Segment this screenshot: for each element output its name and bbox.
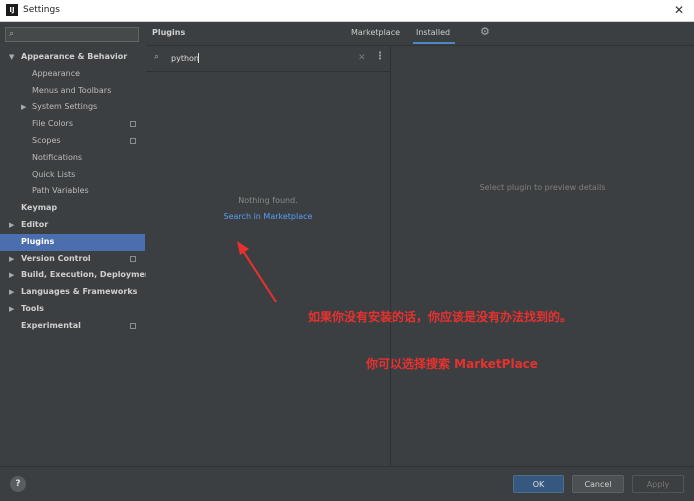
sidebar-item-label: Tools — [21, 303, 44, 313]
sidebar-item-label: Appearance — [32, 68, 81, 78]
sidebar-item-keymap[interactable]: Keymap — [0, 200, 145, 217]
sidebar-item-label: Scopes — [32, 135, 61, 145]
sidebar-item-experimental[interactable]: Experimental — [0, 318, 145, 335]
chevron-down-icon[interactable]: ▼ — [9, 49, 14, 66]
chevron-right-icon[interactable]: ▶ — [9, 267, 14, 284]
sidebar-item-label: Build, Execution, Deployment — [21, 270, 155, 280]
chevron-right-icon[interactable]: ▶ — [9, 217, 14, 234]
tab-installed[interactable]: Installed — [416, 28, 450, 37]
sidebar-item-appearance-behavior[interactable]: ▼ Appearance & Behavior — [0, 49, 145, 66]
sidebar-item-label: Menus and Toolbars — [32, 85, 112, 95]
sidebar-item-appearance[interactable]: Appearance — [0, 66, 145, 83]
sidebar-item-plugins[interactable]: Plugins — [0, 233, 145, 251]
sidebar-item-scopes[interactable]: Scopes — [0, 133, 145, 150]
sidebar-item-label: Experimental — [21, 320, 81, 330]
sidebar-item-languages-frameworks[interactable]: ▶ Languages & Frameworks — [0, 284, 145, 301]
settings-sidebar: ⌕ ▼ Appearance & Behavior Appearance Menus … — [0, 22, 154, 466]
window-title: Settings — [23, 5, 60, 15]
chevron-right-icon[interactable]: ▶ — [9, 251, 14, 268]
gear-icon[interactable]: ⚙ — [480, 25, 490, 38]
chevron-right-icon[interactable]: ▶ — [9, 284, 14, 301]
plugin-search-bar[interactable]: ⌕ python ✕ ⋮ — [146, 46, 390, 72]
sidebar-item-path-variables[interactable]: Path Variables — [0, 183, 145, 200]
sidebar-item-label: Notifications — [32, 152, 83, 162]
sidebar-item-version-control[interactable]: ▶ Version Control — [0, 251, 145, 268]
copy-icon — [130, 255, 136, 262]
sidebar-item-quick-lists[interactable]: Quick Lists — [0, 167, 145, 184]
annotation-text-2: 你可以选择搜索 MarketPlace — [366, 357, 538, 371]
copy-icon — [130, 137, 136, 144]
title-bar: IJ Settings ✕ — [0, 0, 694, 22]
sidebar-item-label: Plugins — [21, 236, 55, 246]
annotation-text-1: 如果你没有安装的话，你应该是没有办法找到的。 — [308, 310, 573, 324]
plugin-preview-panel: Select plugin to preview details — [391, 46, 694, 466]
sidebar-item-menus-and-toolbars[interactable]: Menus and Toolbars — [0, 83, 145, 100]
sidebar-item-label: Keymap — [21, 203, 58, 213]
tab-marketplace[interactable]: Marketplace — [351, 28, 400, 37]
search-marketplace-link[interactable]: Search in Marketplace — [146, 212, 390, 221]
more-vert-icon[interactable]: ⋮ — [375, 51, 385, 62]
plugins-header: Plugins Marketplace Installed ⚙ — [146, 22, 694, 46]
chevron-right-icon[interactable]: ▶ — [21, 99, 26, 116]
sidebar-item-file-colors[interactable]: File Colors — [0, 116, 145, 133]
sidebar-item-tools[interactable]: ▶ Tools — [0, 301, 145, 318]
close-icon[interactable]: ✕ — [674, 3, 684, 17]
sidebar-item-label: System Settings — [32, 102, 98, 112]
sidebar-item-label: Appearance & Behavior — [21, 52, 128, 61]
active-tab-indicator — [413, 42, 455, 44]
text-caret — [198, 53, 199, 63]
sidebar-item-label: Editor — [21, 219, 49, 229]
chevron-right-icon[interactable]: ▶ — [9, 301, 14, 318]
empty-state-text: Nothing found. — [238, 196, 298, 205]
plugin-search-input[interactable]: python — [171, 54, 199, 63]
page-title: Plugins — [152, 28, 186, 37]
settings-search-input[interactable]: ⌕ — [5, 27, 139, 42]
settings-tree: ▼ Appearance & Behavior Appearance Menus an… — [0, 49, 154, 335]
cancel-button[interactable]: Cancel — [572, 475, 624, 493]
copy-icon — [130, 121, 136, 128]
copy-icon — [130, 322, 136, 329]
app-icon: IJ — [6, 4, 18, 16]
help-icon[interactable]: ? — [10, 476, 26, 492]
ok-button[interactable]: OK — [513, 475, 564, 493]
sidebar-item-system-settings[interactable]: ▶ System Settings — [0, 99, 145, 116]
search-icon: ⌕ — [154, 52, 160, 62]
sidebar-item-label: Quick Lists — [32, 169, 76, 179]
sidebar-item-notifications[interactable]: Notifications — [0, 150, 145, 167]
search-icon: ⌕ — [9, 29, 15, 39]
sidebar-item-editor[interactable]: ▶ Editor — [0, 217, 145, 234]
sidebar-item-label: Version Control — [21, 253, 91, 263]
dialog-footer: ? OK Cancel Apply — [0, 466, 694, 501]
plugin-list-panel: ⌕ python ✕ ⋮ Nothing found. Search in Ma… — [146, 46, 391, 466]
clear-icon[interactable]: ✕ — [358, 53, 366, 63]
sidebar-item-label: File Colors — [32, 119, 73, 129]
preview-placeholder: Select plugin to preview details — [479, 183, 606, 192]
sidebar-item-label: Languages & Frameworks — [21, 287, 138, 297]
sidebar-item-build-execution-deployment[interactable]: ▶ Build, Execution, Deployment — [0, 267, 154, 284]
apply-button[interactable]: Apply — [632, 475, 684, 493]
sidebar-item-label: Path Variables — [32, 186, 89, 196]
